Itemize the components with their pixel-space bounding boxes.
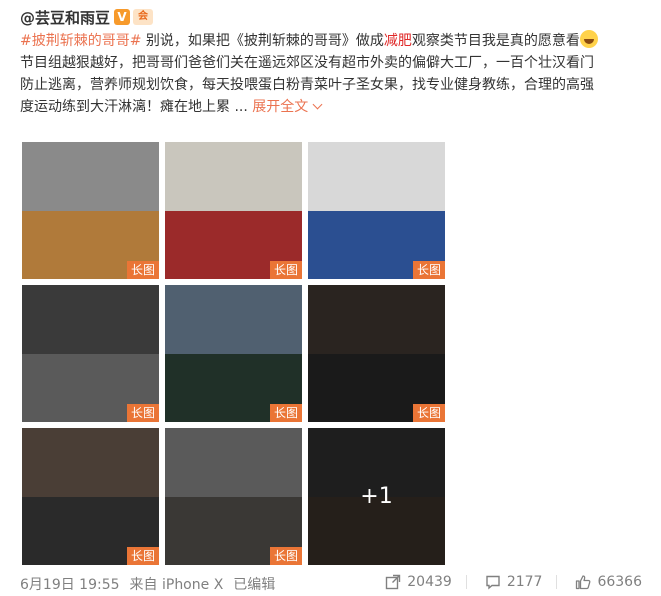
thumbs-up-icon xyxy=(576,575,591,590)
long-image-badge: 长图 xyxy=(412,261,445,279)
image-thumb-4[interactable]: 长图 xyxy=(22,285,159,422)
long-image-badge: 长图 xyxy=(269,547,302,565)
repost-count: 20439 xyxy=(407,574,452,590)
image-thumb-2[interactable]: 长图 xyxy=(165,142,302,279)
image-part-top xyxy=(22,428,159,497)
comment-count: 2177 xyxy=(506,574,543,590)
post-footer: 6月19日 19:55 来自 iPhone X 已编辑 20439 2177 6… xyxy=(20,574,650,594)
image-thumb-8[interactable]: 长图 xyxy=(165,428,302,565)
image-thumb-1[interactable]: 长图 xyxy=(22,142,159,279)
laughing-emoji-icon xyxy=(579,30,598,48)
post-date[interactable]: 6月19日 19:55 xyxy=(20,574,120,594)
expand-full-text-link[interactable]: 展开全文 xyxy=(252,99,323,115)
comment-icon xyxy=(486,575,500,590)
comment-button[interactable]: 2177 xyxy=(485,574,543,590)
image-thumb-6[interactable]: 长图 xyxy=(308,285,445,422)
long-image-badge: 长图 xyxy=(269,261,302,279)
image-thumb-5[interactable]: 长图 xyxy=(165,285,302,422)
text-line3: 防止逃离，营养师规划饮食，每天投喂蛋白粉青菜叶子圣女果，找专业健身教练，合理的高… xyxy=(20,77,594,93)
chevron-down-icon xyxy=(312,99,323,110)
image-grid: 长图 长图 长图 长图 长图 长图 长图 长图 +1 xyxy=(22,142,445,565)
repost-button[interactable]: 20439 xyxy=(385,574,452,590)
weibo-post: @芸豆和雨豆 V 会 #披荆斩棘的哥哥# 别说，如果把《披荆斩棘的哥哥》做成减肥… xyxy=(0,0,661,596)
post-source: 来自 iPhone X xyxy=(129,577,224,593)
text-line4: 度运动练到大汗淋漓！瘫在地上累 ... xyxy=(20,99,248,115)
image-thumb-3[interactable]: 长图 xyxy=(308,142,445,279)
image-part-top xyxy=(308,285,445,354)
expand-label: 展开全文 xyxy=(252,99,309,115)
text-line2: 节目组越狠越好，把哥哥们爸爸们关在遥远郊区没有超市外卖的偏僻大工厂，一百个壮汉看… xyxy=(20,55,594,71)
divider xyxy=(465,575,467,589)
image-part-top xyxy=(308,142,445,211)
like-button[interactable]: 66366 xyxy=(575,574,642,590)
long-image-badge: 长图 xyxy=(126,547,159,565)
image-part-top xyxy=(165,142,302,211)
image-part-top xyxy=(22,142,159,211)
highlight-keyword[interactable]: 减肥 xyxy=(384,33,412,49)
member-badge-icon: 会 xyxy=(133,9,154,25)
author-name[interactable]: @芸豆和雨豆 xyxy=(20,7,110,28)
post-text: #披荆斩棘的哥哥# 别说，如果把《披荆斩棘的哥哥》做成减肥观察类节目我是真的愿意… xyxy=(20,30,642,118)
text-line1-a: 别说，如果把《披荆斩棘的哥哥》做成 xyxy=(141,33,384,49)
image-part-top xyxy=(165,428,302,497)
repost-icon xyxy=(386,574,401,590)
author-row: @芸豆和雨豆 V 会 xyxy=(20,6,154,28)
post-actions: 20439 2177 66366 xyxy=(367,574,642,590)
image-thumb-9[interactable]: +1 xyxy=(308,428,445,565)
image-part-top xyxy=(22,285,159,354)
post-meta: 6月19日 19:55 来自 iPhone X 已编辑 xyxy=(20,574,285,594)
like-count: 66366 xyxy=(597,574,642,590)
long-image-badge: 长图 xyxy=(126,404,159,422)
hashtag-link[interactable]: #披荆斩棘的哥哥# xyxy=(20,33,141,49)
long-image-badge: 长图 xyxy=(412,404,445,422)
more-images-count: +1 xyxy=(308,428,445,565)
long-image-badge: 长图 xyxy=(126,261,159,279)
image-thumb-7[interactable]: 长图 xyxy=(22,428,159,565)
divider xyxy=(556,575,558,589)
long-image-badge: 长图 xyxy=(269,404,302,422)
text-line1-b: 观察类节目我是真的愿意看 xyxy=(411,33,580,49)
verified-badge-icon: V xyxy=(114,9,131,25)
edited-label[interactable]: 已编辑 xyxy=(233,574,275,594)
image-part-top xyxy=(165,285,302,354)
